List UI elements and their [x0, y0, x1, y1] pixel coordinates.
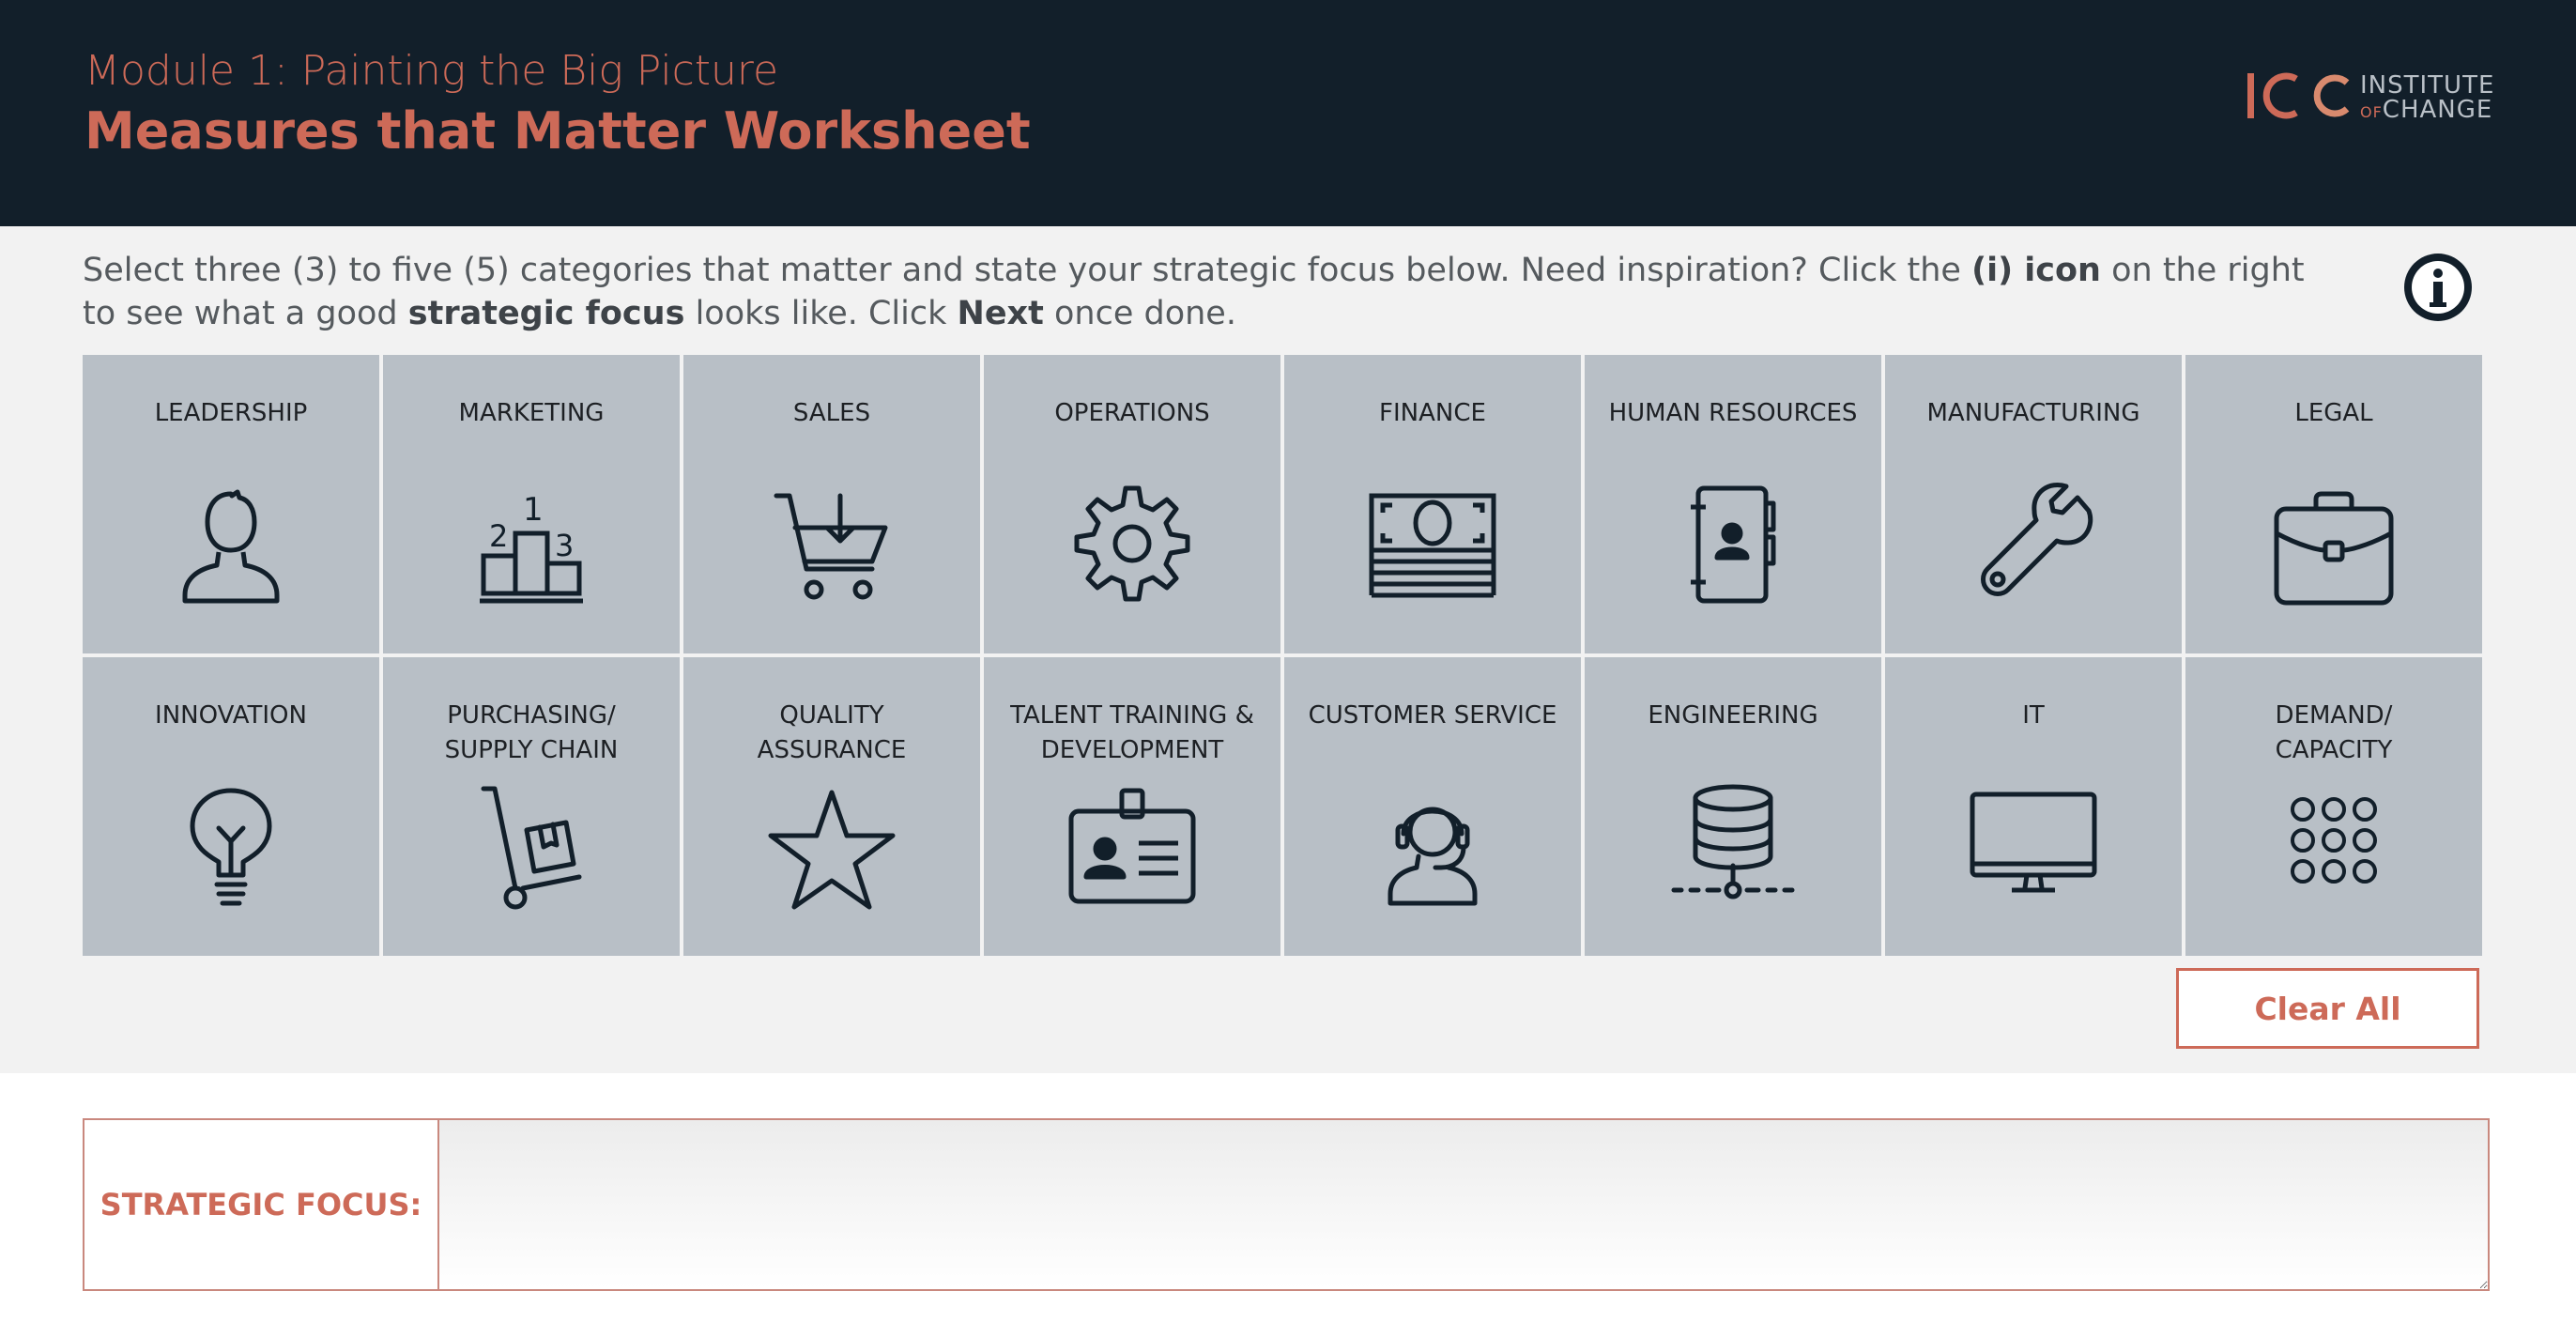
logo-text-of-change: OFCHANGE — [2360, 96, 2492, 124]
clear-all-button[interactable]: Clear All — [2176, 968, 2479, 1049]
category-tile-innovation[interactable]: INNOVATION — [83, 657, 379, 956]
category-label: INNOVATION — [155, 701, 307, 730]
instructions-strategic-focus-ref: strategic focus — [407, 295, 685, 332]
category-tile-finance[interactable]: FINANCE — [1284, 355, 1581, 653]
instructions-part-4: once done. — [1043, 295, 1236, 332]
category-tile-customer-service[interactable]: CUSTOMER SERVICE — [1284, 657, 1581, 956]
lightbulb-icon — [161, 777, 301, 918]
monitor-icon — [1963, 777, 2104, 918]
person-icon — [161, 475, 301, 616]
instructions-next-ref: Next — [957, 295, 1044, 332]
category-label: LEGAL — [2294, 399, 2373, 427]
category-tile-leadership[interactable]: LEADERSHIP — [83, 355, 379, 653]
category-label: HUMAN RESOURCES — [1608, 399, 1858, 427]
category-label: OPERATIONS — [1054, 399, 1210, 427]
cart-icon — [761, 475, 902, 616]
category-tile-operations[interactable]: OPERATIONS — [984, 355, 1280, 653]
category-tile-human-resources[interactable]: HUMAN RESOURCES — [1585, 355, 1881, 653]
institute-of-change-logo: INSTITUTE OFCHANGE — [2244, 68, 2497, 124]
module-title: Module 1: Painting the Big Picture — [84, 47, 779, 95]
database-icon — [1663, 777, 1803, 918]
worksheet-title: Measures that Matter Worksheet — [84, 101, 1031, 161]
category-tile-demand-capacity[interactable]: DEMAND/ CAPACITY — [2185, 657, 2482, 956]
category-label: ENGINEERING — [1648, 701, 1818, 730]
category-label: IT — [2022, 701, 2045, 730]
category-tile-it[interactable]: IT — [1885, 657, 2182, 956]
category-grid: LEADERSHIP MARKETING 1 2 3 SALES OPERATI… — [83, 355, 2482, 956]
id-badge-icon — [1062, 777, 1203, 918]
svg-text:3: 3 — [555, 528, 574, 563]
instructions-info-icon-ref: (i) icon — [1971, 252, 2101, 289]
category-label: SALES — [792, 399, 871, 427]
briefcase-icon — [2263, 475, 2404, 616]
category-tile-quality-assurance[interactable]: QUALITY ASSURANCE — [683, 657, 980, 956]
category-label: LEADERSHIP — [154, 399, 308, 427]
info-icon[interactable] — [2401, 251, 2475, 324]
strategic-focus-box: STRATEGIC FOCUS: — [83, 1118, 2490, 1291]
strategic-focus-label: STRATEGIC FOCUS: — [84, 1120, 439, 1289]
category-label: MARKETING — [458, 399, 605, 427]
podium-icon: 1 2 3 — [461, 475, 602, 616]
category-label: PURCHASING/ SUPPLY CHAIN — [444, 701, 619, 764]
ioc-logo-mark — [2247, 72, 2350, 119]
category-tile-engineering[interactable]: ENGINEERING — [1585, 657, 1881, 956]
contact-book-icon — [1663, 475, 1803, 616]
category-label: QUALITY ASSURANCE — [757, 701, 907, 764]
dot-grid-icon — [2263, 777, 2404, 918]
instructions-part-3: looks like. Click — [684, 295, 958, 332]
category-label: MANUFACTURING — [1926, 399, 2140, 427]
svg-text:2: 2 — [489, 518, 508, 554]
category-label: FINANCE — [1379, 399, 1486, 427]
category-label: CUSTOMER SERVICE — [1308, 701, 1557, 730]
instructions-part-1: Select three (3) to five (5) categories … — [83, 252, 1972, 289]
money-icon — [1362, 475, 1503, 616]
category-tile-legal[interactable]: LEGAL — [2185, 355, 2482, 653]
star-icon — [761, 777, 902, 918]
category-tile-manufacturing[interactable]: MANUFACTURING — [1885, 355, 2182, 653]
headset-icon — [1362, 777, 1503, 918]
worksheet-panel: Select three (3) to five (5) categories … — [0, 226, 2576, 1073]
strategic-focus-input[interactable] — [439, 1120, 2488, 1289]
hand-truck-icon — [461, 777, 602, 918]
svg-text:1: 1 — [523, 491, 544, 529]
header: Module 1: Painting the Big Picture Measu… — [0, 0, 2576, 226]
logo-text-of: OF — [2360, 103, 2383, 121]
wrench-icon — [1963, 475, 2104, 616]
gear-icon — [1062, 475, 1203, 616]
category-tile-purchasing-supply-chain[interactable]: PURCHASING/ SUPPLY CHAIN — [383, 657, 680, 956]
category-tile-talent-training-development[interactable]: TALENT TRAINING & DEVELOPMENT — [984, 657, 1280, 956]
category-label: TALENT TRAINING & DEVELOPMENT — [1010, 701, 1254, 764]
category-tile-sales[interactable]: SALES — [683, 355, 980, 653]
category-tile-marketing[interactable]: MARKETING 1 2 3 — [383, 355, 680, 653]
category-label: DEMAND/ CAPACITY — [2275, 701, 2393, 764]
logo-text-change: CHANGE — [2382, 96, 2493, 124]
instructions-text: Select three (3) to five (5) categories … — [83, 249, 2317, 335]
